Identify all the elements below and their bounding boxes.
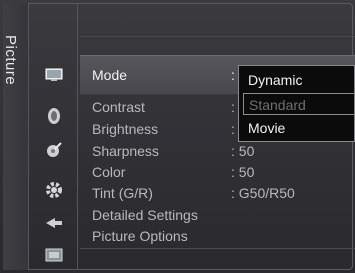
menu-item-color[interactable]: Color : 50 [92,164,254,180]
menu-item-value: : G50/R50 [231,185,295,201]
sound-icon[interactable] [45,107,63,125]
menu-item-label: Mode [92,67,128,83]
divider [80,248,355,249]
menu-item-label: Tint (G/R) [92,185,153,201]
menu-item-value: : [231,67,235,83]
menu-item-picture-options[interactable]: Picture Options [92,228,188,244]
mode-dropdown[interactable]: Dynamic Standard Movie [238,65,355,142]
side-tab[interactable]: Picture [2,3,29,270]
menu-item-label: Contrast [92,99,145,115]
mode-option-movie[interactable]: Movie [243,117,355,139]
mode-option-standard: Standard [243,93,355,115]
menu-item-contrast[interactable]: Contrast : [92,99,235,115]
menu-item-sharpness[interactable]: Sharpness : 50 [92,143,254,159]
menu-item-brightness[interactable]: Brightness : [92,121,235,137]
setup-icon[interactable] [45,181,63,199]
menu-item-tint[interactable]: Tint (G/R) : G50/R50 [92,185,295,201]
menu-item-label: Detailed Settings [92,207,198,223]
menu-item-label: Picture Options [92,228,188,244]
picture-icon[interactable] [45,66,63,84]
mode-option-dynamic[interactable]: Dynamic [243,69,355,91]
application-icon[interactable] [45,246,63,264]
input-icon[interactable] [45,214,63,232]
menu-item-value: : 50 [231,143,255,159]
divider [80,36,355,37]
menu-item-mode[interactable]: Mode : [92,67,235,83]
menu-item-label: Brightness [92,121,159,137]
menu-item-value: : [231,99,235,115]
side-tab-label: Picture [2,35,19,86]
menu-item-value: : [231,121,235,137]
channel-icon[interactable] [45,141,63,159]
icon-column [30,3,78,270]
menu-item-label: Color [92,164,126,180]
menu-item-label: Sharpness [92,143,159,159]
menu-item-detailed-settings[interactable]: Detailed Settings [92,207,198,223]
picture-menu-panel: Picture Mode : Contrast : Brightness: S… [0,0,355,273]
menu-item-value: : 50 [231,164,255,180]
